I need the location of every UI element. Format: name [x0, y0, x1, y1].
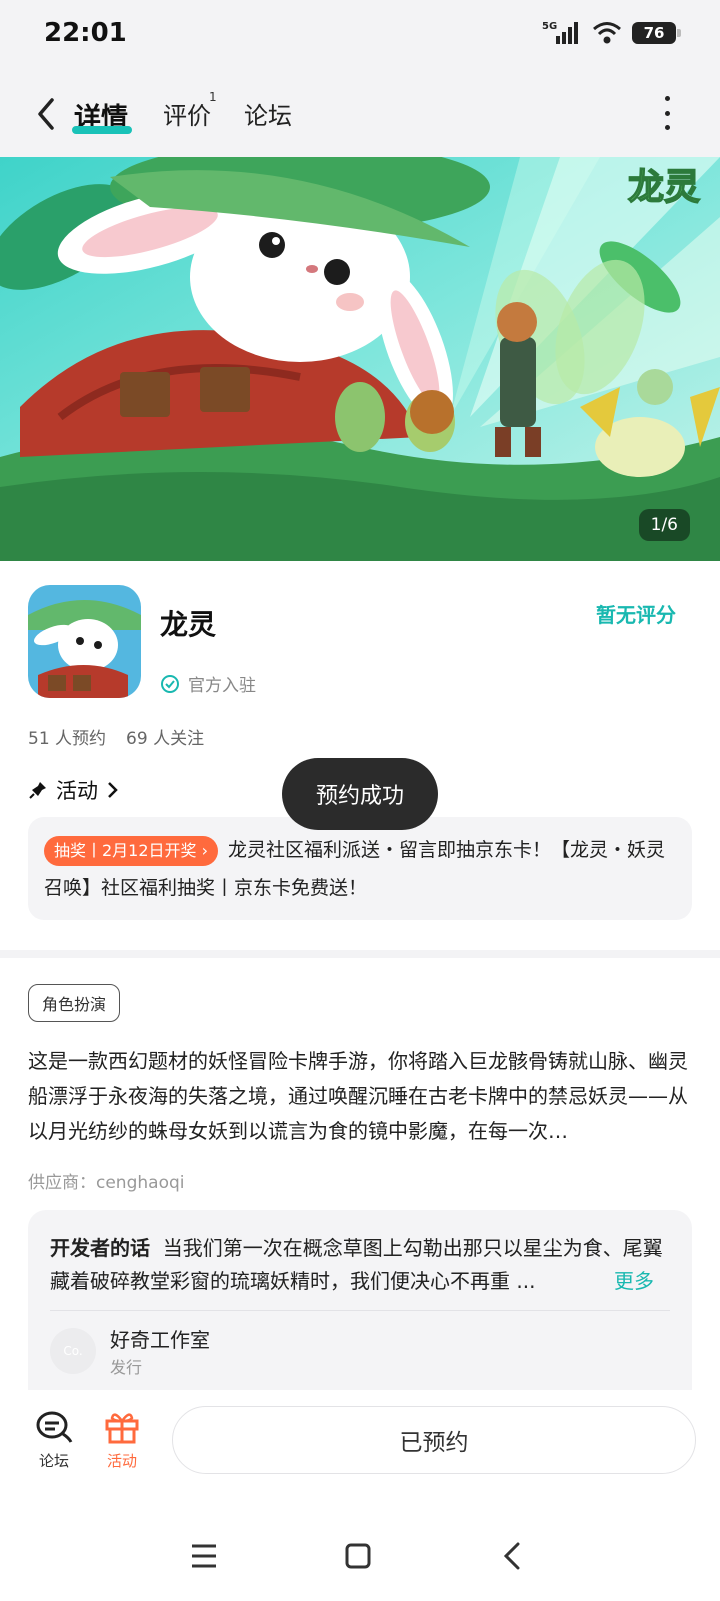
- bottom-action-bar: 论坛 活动 已预约: [0, 1390, 720, 1506]
- activity-heading: 活动: [56, 779, 98, 803]
- more-options-icon[interactable]: [662, 96, 672, 130]
- status-bar: 22:01 5G 76: [0, 0, 720, 72]
- gift-icon: [105, 1413, 139, 1444]
- back-arrow-icon[interactable]: [30, 94, 64, 134]
- app-info-card: 龙灵 官方入驻 暂无评分 51 人预约 69 人关注 活动 抽奖丨2月12日开奖…: [0, 561, 720, 950]
- game-description[interactable]: 这是一款西幻题材的妖怪冒险卡牌手游，你将踏入巨龙骸骨铸就山脉、幽灵船漂浮于永夜海…: [28, 1044, 692, 1149]
- chevron-right-icon: [108, 782, 118, 798]
- menu-icon: [192, 1544, 216, 1568]
- chat-bubble-icon: [36, 1411, 73, 1443]
- divider: [50, 1310, 670, 1311]
- studio-avatar[interactable]: Co.: [50, 1328, 96, 1374]
- banner-page-counter: 1/6: [638, 509, 690, 541]
- banner-artwork: 龙灵: [0, 157, 720, 561]
- description-section: 角色扮演 这是一款西幻题材的妖怪冒险卡牌手游，你将踏入巨龙骸骨铸就山脉、幽灵船漂…: [0, 958, 720, 1400]
- activity-label: 活动: [106, 1452, 137, 1470]
- app-stats: 51 人预约 69 人关注: [28, 724, 204, 749]
- status-icons: 5G 76: [542, 20, 681, 46]
- studio-name[interactable]: 好奇工作室: [110, 1324, 210, 1353]
- follower-count: 69 人关注: [126, 729, 205, 749]
- home-nav-button[interactable]: [338, 1536, 378, 1576]
- signal-icon: 5G: [542, 21, 578, 44]
- forum-label: 论坛: [38, 1452, 69, 1470]
- developer-words: 开发者的话 当我们第一次在概念草图上勾勒出那只以星尘为食、尾翼藏着破碎教堂彩窗的…: [50, 1232, 670, 1298]
- rating-status[interactable]: 暂无评分: [596, 599, 676, 628]
- read-more-link[interactable]: 更多: [610, 1265, 654, 1294]
- app-name: 龙灵: [160, 608, 217, 641]
- official-badge: 官方入驻: [160, 671, 256, 696]
- activity-button[interactable]: 活动: [92, 1410, 152, 1471]
- developer-words-label: 开发者的话: [50, 1236, 150, 1260]
- svg-text:5G: 5G: [542, 21, 557, 32]
- system-navigation-bar: [0, 1506, 720, 1601]
- reservation-success-toast: 预约成功: [282, 758, 438, 830]
- wifi-icon: [593, 22, 621, 44]
- studio-role: 发行: [110, 1358, 143, 1377]
- official-label: 官方入驻: [188, 676, 256, 696]
- verified-check-icon: [161, 674, 179, 693]
- reserved-button[interactable]: 已预约: [172, 1406, 696, 1474]
- lottery-badge: 抽奖丨2月12日开奖 ›: [44, 835, 219, 866]
- forum-button[interactable]: 论坛: [24, 1410, 84, 1471]
- back-triangle-icon: [503, 1542, 520, 1570]
- clock: 22:01: [44, 18, 127, 48]
- menu-nav-button[interactable]: [184, 1536, 224, 1576]
- top-nav: 详情 评价 1 论坛: [0, 72, 720, 156]
- active-tab-indicator: [72, 126, 132, 134]
- developer-notes-card: 开发者的话 当我们第一次在概念草图上勾勒出那只以星尘为食、尾翼藏着破碎教堂彩窗的…: [28, 1210, 692, 1400]
- battery-indicator: 76: [632, 22, 681, 44]
- tab-forum[interactable]: 论坛: [244, 96, 292, 131]
- pin-icon: [29, 782, 46, 799]
- activity-item[interactable]: 抽奖丨2月12日开奖 › 龙灵社区福利派送・留言即抽京东卡！【龙灵・妖灵召唤】社区…: [28, 817, 692, 920]
- activity-section-link[interactable]: 活动: [28, 775, 120, 805]
- banner-watermark-logo: 龙灵: [628, 167, 700, 208]
- banner-carousel[interactable]: 龙灵 1/6: [0, 157, 720, 561]
- home-square-icon: [345, 1543, 371, 1569]
- reviews-count-badge: 1: [209, 90, 217, 104]
- app-icon: [28, 585, 141, 698]
- genre-tag[interactable]: 角色扮演: [28, 984, 121, 1022]
- tab-reviews[interactable]: 评价: [163, 96, 211, 131]
- reservation-count: 51 人预约: [28, 729, 107, 749]
- back-nav-button[interactable]: [492, 1536, 532, 1576]
- supplier-info: 供应商：cenghaoqi: [28, 1173, 185, 1193]
